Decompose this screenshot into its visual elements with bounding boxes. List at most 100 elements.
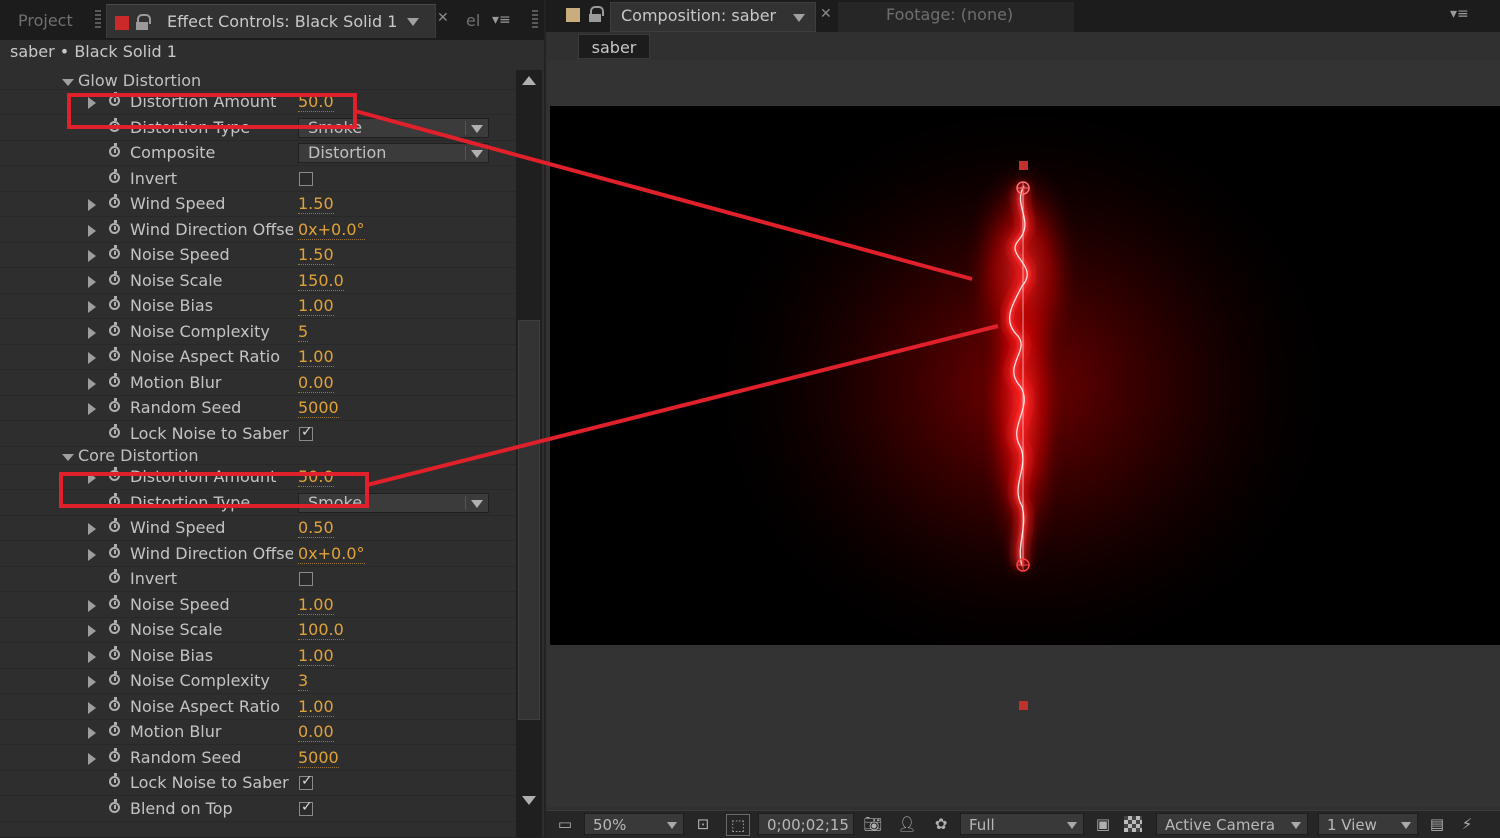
stopwatch-icon[interactable] <box>109 296 120 310</box>
property-value-scrubber[interactable]: 150.0 <box>298 269 344 291</box>
property-value-scrubber[interactable]: 3 <box>298 669 309 691</box>
zoom-dropdown[interactable]: 50% <box>584 813 684 835</box>
expand-triangle-icon[interactable] <box>88 472 96 484</box>
expand-triangle-icon[interactable] <box>88 199 96 211</box>
stopwatch-icon[interactable] <box>109 696 120 711</box>
panel-menu-icon[interactable]: ▾≡ <box>492 12 511 28</box>
stopwatch-icon[interactable] <box>109 92 120 106</box>
stopwatch-icon[interactable] <box>109 492 120 507</box>
property-checkbox[interactable] <box>299 171 313 186</box>
property-value-scrubber[interactable]: 1.50 <box>298 243 334 265</box>
composition-frame[interactable] <box>550 106 1500 645</box>
close-icon[interactable]: ✕ <box>820 6 832 22</box>
stopwatch-icon[interactable] <box>109 117 120 132</box>
stopwatch-icon[interactable] <box>109 219 120 234</box>
scroll-down-icon[interactable] <box>522 796 536 805</box>
property-value-scrubber[interactable]: 100.0 <box>298 618 344 640</box>
toggle-pixel-aspect-icon[interactable]: ▤ <box>1426 814 1448 834</box>
property-value-scrubber[interactable]: 5000 <box>298 746 339 768</box>
timecode-button[interactable]: 0;00;02;15 <box>758 813 854 835</box>
property-checkbox[interactable]: ✓ <box>299 424 313 441</box>
expand-triangle-icon[interactable] <box>88 250 96 262</box>
stopwatch-icon[interactable] <box>109 423 120 438</box>
expand-triangle-icon[interactable] <box>88 727 96 739</box>
expand-triangle-icon[interactable] <box>62 454 74 461</box>
expand-triangle-icon[interactable] <box>88 97 96 109</box>
property-value-scrubber[interactable]: 0x+0.0° <box>298 542 365 564</box>
scroll-up-icon[interactable] <box>522 76 536 85</box>
stopwatch-icon[interactable] <box>109 543 120 558</box>
property-checkbox[interactable]: ✓ <box>299 799 313 816</box>
stopwatch-icon[interactable] <box>109 620 120 634</box>
stopwatch-icon[interactable] <box>109 747 120 762</box>
panel-grip-icon[interactable] <box>95 10 101 30</box>
scroll-thumb[interactable] <box>518 320 540 720</box>
property-value-scrubber[interactable]: 0.00 <box>298 720 334 742</box>
expand-triangle-icon[interactable] <box>88 301 96 313</box>
stopwatch-icon[interactable] <box>109 194 120 208</box>
stopwatch-icon[interactable] <box>109 569 120 583</box>
property-value-scrubber[interactable]: 1.00 <box>298 345 334 367</box>
stopwatch-icon[interactable] <box>109 671 120 685</box>
property-value-scrubber[interactable]: 0.00 <box>298 371 334 393</box>
expand-triangle-icon[interactable] <box>88 752 96 765</box>
expand-triangle-icon[interactable] <box>88 377 96 390</box>
tab-footage[interactable]: Footage: (none) <box>838 2 1074 32</box>
always-preview-icon[interactable]: ▭ <box>554 814 576 834</box>
property-value-scrubber[interactable]: 1.00 <box>298 695 334 717</box>
frame-handle-top[interactable] <box>1019 161 1028 170</box>
stopwatch-icon[interactable] <box>109 594 120 609</box>
stopwatch-icon[interactable] <box>109 321 120 336</box>
property-value-scrubber[interactable]: 1.00 <box>298 593 334 615</box>
expand-triangle-icon[interactable] <box>62 79 74 86</box>
expand-triangle-icon[interactable] <box>88 224 96 237</box>
channel-icon[interactable]: ✿ <box>930 814 952 834</box>
expand-triangle-icon[interactable] <box>88 599 96 612</box>
stopwatch-icon[interactable] <box>109 773 120 787</box>
stopwatch-icon[interactable] <box>109 347 120 361</box>
expand-triangle-icon[interactable] <box>88 676 96 688</box>
chevron-down-icon[interactable] <box>407 18 419 26</box>
expand-triangle-icon[interactable] <box>88 650 96 663</box>
expand-triangle-icon[interactable] <box>88 326 96 339</box>
camera-view-dropdown[interactable]: Active Camera <box>1156 813 1308 835</box>
property-checkbox[interactable]: ✓ <box>299 773 313 790</box>
effect-group-glow-distortion[interactable]: Glow Distortion <box>0 72 516 90</box>
property-dropdown[interactable]: Smoke <box>298 492 489 513</box>
vertical-scrollbar[interactable] <box>516 70 542 837</box>
property-checkbox[interactable] <box>299 572 313 586</box>
fast-previews-icon[interactable]: ▣ <box>1092 814 1114 834</box>
property-value-scrubber[interactable]: 0x+0.0° <box>298 218 365 240</box>
camera-icon[interactable]: 📷︎ <box>862 814 884 834</box>
tab-truncated[interactable]: el <box>466 4 480 38</box>
composition-name-button[interactable]: saber <box>578 34 650 59</box>
expand-triangle-icon[interactable] <box>88 548 96 561</box>
tab-composition[interactable]: Composition: saber <box>610 2 816 32</box>
property-value-scrubber[interactable]: 5000 <box>298 396 339 418</box>
stopwatch-icon[interactable] <box>109 645 120 660</box>
show-snapshot-icon[interactable]: 👤︎ <box>896 814 918 834</box>
stopwatch-icon[interactable] <box>109 143 120 157</box>
property-dropdown[interactable]: Distortion <box>298 143 489 163</box>
property-value-scrubber[interactable]: 0.50 <box>298 516 334 538</box>
stopwatch-icon[interactable] <box>109 467 120 481</box>
resolution-dropdown[interactable]: Full <box>960 813 1084 835</box>
expand-triangle-icon[interactable] <box>88 352 96 364</box>
stopwatch-icon[interactable] <box>109 270 120 285</box>
view-layout-dropdown[interactable]: 1 View <box>1318 813 1418 835</box>
property-value-scrubber[interactable]: 50.0 <box>298 90 334 112</box>
tab-effect-controls[interactable]: Effect Controls: Black Solid 1 <box>106 4 436 38</box>
stopwatch-icon[interactable] <box>109 798 120 813</box>
property-value-scrubber[interactable]: 5 <box>298 320 309 342</box>
expand-triangle-icon[interactable] <box>88 523 96 535</box>
effect-group-core-distortion[interactable]: Core Distortion <box>0 447 516 465</box>
expand-triangle-icon[interactable] <box>88 625 96 637</box>
stopwatch-icon[interactable] <box>109 245 120 259</box>
stopwatch-icon[interactable] <box>109 168 120 183</box>
tab-project[interactable]: Project <box>18 4 73 38</box>
transparency-grid-icon[interactable] <box>1124 816 1142 832</box>
stopwatch-icon[interactable] <box>109 722 120 736</box>
stopwatch-icon[interactable] <box>109 518 120 532</box>
stopwatch-icon[interactable] <box>109 372 120 387</box>
fit-frame-icon[interactable]: ⊡ <box>692 814 714 834</box>
